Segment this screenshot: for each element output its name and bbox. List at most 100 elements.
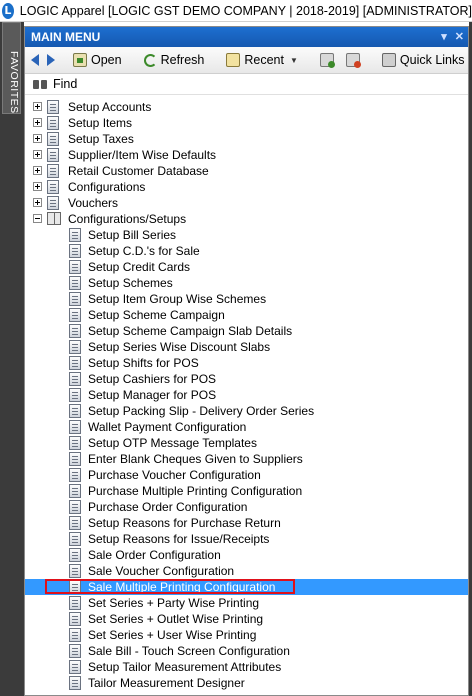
tree-child-label: Setup Schemes: [88, 276, 173, 290]
add-favorite-icon: [319, 53, 335, 68]
tree-child-item[interactable]: Setup Scheme Campaign: [25, 307, 468, 323]
tree-child-item[interactable]: Setup OTP Message Templates: [25, 435, 468, 451]
tree-item[interactable]: Setup Items: [25, 115, 468, 131]
panel-title: MAIN MENU: [31, 30, 101, 44]
document-icon: [47, 116, 59, 130]
tree-child-item[interactable]: Setup Tailor Measurement Attributes: [25, 659, 468, 675]
menu-tree: Setup Accounts Setup Items Setup Taxes S…: [25, 99, 468, 691]
tree-child-item[interactable]: Setup Shifts for POS: [25, 355, 468, 371]
find-button[interactable]: Find: [25, 74, 468, 95]
recent-label: Recent: [244, 53, 284, 67]
tree-child-item[interactable]: Setup C.D.'s for Sale: [25, 243, 468, 259]
expand-plus-icon[interactable]: [33, 166, 42, 175]
tree-child-label: Sale Order Configuration: [88, 548, 221, 562]
tree-child-item[interactable]: Purchase Order Configuration: [25, 499, 468, 515]
window-title: LOGIC Apparel [LOGIC GST DEMO COMPANY | …: [19, 3, 472, 18]
app-logo-icon: L: [2, 2, 14, 19]
main-menu-panel: MAIN MENU ▾ ✕ Open Refresh Recent ▼ Quic…: [24, 26, 472, 696]
tree-child-item[interactable]: Setup Credit Cards: [25, 259, 468, 275]
refresh-label: Refresh: [160, 53, 205, 67]
tree-item[interactable]: Supplier/Item Wise Defaults: [25, 147, 468, 163]
tree-item-label: Vouchers: [68, 196, 119, 210]
tree-child-label: Setup Reasons for Purchase Return: [88, 516, 281, 530]
open-icon: [73, 53, 87, 67]
pin-icon[interactable]: ▾: [441, 30, 447, 43]
tree-child-item[interactable]: Setup Reasons for Issue/Receipts: [25, 531, 468, 547]
tree-item[interactable]: Setup Taxes: [25, 131, 468, 147]
expand-plus-icon[interactable]: [33, 150, 42, 159]
document-icon: [69, 228, 81, 242]
left-dock-strip: [0, 22, 24, 696]
tree-child-item[interactable]: Set Series + Party Wise Printing: [25, 595, 468, 611]
forward-arrow-icon[interactable]: [47, 54, 55, 66]
tree-item[interactable]: Setup Accounts: [25, 99, 468, 115]
tree-child-item[interactable]: Sale Voucher Configuration: [25, 563, 468, 579]
close-icon[interactable]: ✕: [455, 30, 464, 43]
tree-child-item[interactable]: Wallet Payment Configuration: [25, 419, 468, 435]
tree-child-item[interactable]: Set Series + Outlet Wise Printing: [25, 611, 468, 627]
add-favorite-button[interactable]: [316, 51, 338, 69]
tree-child-item-selected[interactable]: Sale Multiple Printing Configuration: [25, 579, 468, 595]
open-label: Open: [91, 53, 122, 67]
tree-child-item[interactable]: Setup Schemes: [25, 275, 468, 291]
document-icon: [69, 644, 81, 658]
tree-item-label: Retail Customer Database: [68, 164, 209, 178]
document-icon: [69, 596, 81, 610]
quick-links-icon: [381, 53, 396, 67]
document-icon: [69, 580, 81, 594]
tree-child-label: Setup Shifts for POS: [88, 356, 199, 370]
document-icon: [69, 260, 81, 274]
expand-plus-icon[interactable]: [33, 182, 42, 191]
quick-links-label: Quick Links: [399, 53, 465, 67]
tree-child-item[interactable]: Setup Item Group Wise Schemes: [25, 291, 468, 307]
tree-child-item[interactable]: Setup Cashiers for POS: [25, 371, 468, 387]
document-icon: [47, 100, 59, 114]
tree-child-item[interactable]: Set Series + User Wise Printing: [25, 627, 468, 643]
tree-item[interactable]: Vouchers: [25, 195, 468, 211]
expand-plus-icon[interactable]: [33, 198, 42, 207]
back-arrow-icon[interactable]: [31, 54, 39, 66]
tree-child-label: Setup Manager for POS: [88, 388, 217, 402]
recent-button[interactable]: Recent ▼: [222, 51, 302, 69]
open-button[interactable]: Open: [69, 51, 126, 69]
tree-child-label: Setup Tailor Measurement Attributes: [88, 660, 282, 674]
document-icon: [69, 340, 81, 354]
tree-child-item[interactable]: Setup Packing Slip - Delivery Order Seri…: [25, 403, 468, 419]
expand-plus-icon[interactable]: [33, 102, 42, 111]
tree-child-item[interactable]: Setup Reasons for Purchase Return: [25, 515, 468, 531]
tree-child-item[interactable]: Enter Blank Cheques Given to Suppliers: [25, 451, 468, 467]
tree-child-label: Enter Blank Cheques Given to Suppliers: [88, 452, 303, 466]
tree-child-label: Sale Multiple Printing Configuration: [88, 580, 276, 594]
collapse-minus-icon[interactable]: [33, 214, 42, 223]
tree-child-label: Purchase Multiple Printing Configuration: [88, 484, 303, 498]
tree-child-item[interactable]: Setup Series Wise Discount Slabs: [25, 339, 468, 355]
refresh-button[interactable]: Refresh: [140, 51, 209, 69]
tree-child-item[interactable]: Purchase Voucher Configuration: [25, 467, 468, 483]
document-icon: [69, 532, 81, 546]
favorites-tab[interactable]: FAVORITES: [2, 22, 21, 114]
tree-child-label: Setup C.D.'s for Sale: [88, 244, 200, 258]
tree-child-item[interactable]: Purchase Multiple Printing Configuration: [25, 483, 468, 499]
quick-links-button[interactable]: Quick Links ▼: [378, 51, 472, 69]
tree-item[interactable]: Retail Customer Database: [25, 163, 468, 179]
tree-child-item[interactable]: Sale Order Configuration: [25, 547, 468, 563]
document-icon: [69, 372, 81, 386]
tree-child-label: Wallet Payment Configuration: [88, 420, 247, 434]
tree-child-item[interactable]: Setup Scheme Campaign Slab Details: [25, 323, 468, 339]
tree-child-label: Setup Reasons for Issue/Receipts: [88, 532, 270, 546]
document-icon: [69, 548, 81, 562]
remove-favorite-button[interactable]: [342, 51, 364, 69]
tree-child-item[interactable]: Sale Bill - Touch Screen Configuration: [25, 643, 468, 659]
tree-child-item[interactable]: Tailor Measurement Designer: [25, 675, 468, 691]
tree-item-label: Setup Accounts: [68, 100, 152, 114]
expand-plus-icon[interactable]: [33, 134, 42, 143]
document-icon: [69, 516, 81, 530]
tree-group-expanded[interactable]: Configurations/Setups: [25, 211, 468, 227]
expand-plus-icon[interactable]: [33, 118, 42, 127]
tree-item[interactable]: Configurations: [25, 179, 468, 195]
binoculars-icon: [33, 78, 47, 90]
tree-child-label: Setup Scheme Campaign: [88, 308, 225, 322]
document-icon: [47, 148, 59, 162]
tree-child-item[interactable]: Setup Manager for POS: [25, 387, 468, 403]
tree-child-item[interactable]: Setup Bill Series: [25, 227, 468, 243]
